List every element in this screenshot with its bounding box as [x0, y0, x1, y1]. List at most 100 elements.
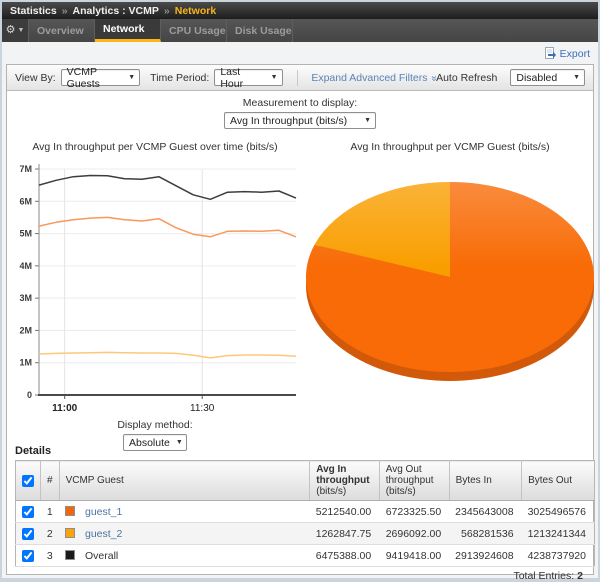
bytes-out-value: 4238737920 — [522, 545, 595, 567]
guest-link[interactable]: guest_1 — [85, 506, 122, 518]
series-color-swatch — [65, 528, 75, 538]
col-header-avg-in-label: Avg In throughput — [316, 464, 372, 486]
gear-icon: ⚙ — [6, 25, 16, 36]
col-header-vcmp-guest[interactable]: VCMP Guest — [59, 461, 310, 501]
table-row-guest-2: 2 guest_2 1262847.75 2696092.00 56828153… — [16, 523, 595, 545]
guest-link[interactable]: guest_2 — [85, 528, 122, 540]
double-chevron-down-icon: » — [428, 75, 439, 81]
line-chart: Avg In throughput per VCMP Guest over ti… — [9, 141, 301, 424]
select-all-checkbox[interactable] — [22, 475, 34, 487]
line-chart-title: Avg In throughput per VCMP Guest over ti… — [9, 141, 301, 157]
display-method-label: Display method: — [9, 419, 301, 431]
export-icon — [544, 47, 557, 60]
col-header-bytes-out[interactable]: Bytes Out — [522, 461, 595, 501]
svg-text:0: 0 — [27, 390, 32, 400]
content-frame: View By: VCMP Guests ▼ Time Period: Last… — [6, 64, 594, 575]
display-method-select[interactable]: Absolute ▼ — [123, 434, 187, 451]
view-by-select[interactable]: VCMP Guests ▼ — [61, 69, 141, 86]
overall-label: Overall — [85, 550, 118, 562]
breadcrumb-analytics-vcmp[interactable]: Analytics : VCMP — [73, 5, 159, 17]
page: Statistics » Analytics : VCMP » Network … — [2, 2, 598, 578]
expand-advanced-filters-label: Expand Advanced Filters — [311, 72, 427, 84]
svg-text:1M: 1M — [19, 358, 32, 368]
svg-text:6M: 6M — [19, 196, 32, 206]
measurement-label: Measurement to display: — [7, 97, 593, 109]
breadcrumb-network-current: Network — [175, 5, 216, 17]
measurement-block: Measurement to display: Avg In throughpu… — [7, 97, 593, 129]
total-entries-value: 2 — [577, 570, 583, 582]
row-number: 1 — [41, 501, 60, 523]
breadcrumb-separator: » — [164, 5, 170, 17]
view-by-value: VCMP Guests — [67, 66, 123, 90]
display-method-block: Display method: Absolute ▼ — [9, 419, 301, 451]
settings-menu-button[interactable]: ⚙ ▼ — [2, 19, 29, 42]
series-color-swatch — [65, 550, 75, 560]
auto-refresh-value: Disabled — [516, 72, 557, 84]
total-entries-label: Total Entries: — [513, 570, 574, 582]
tab-cpu-usage[interactable]: CPU Usage — [161, 19, 227, 42]
details-title: Details — [15, 445, 51, 457]
col-header-avg-in-unit: (bits/s) — [316, 486, 372, 497]
svg-text:4M: 4M — [19, 261, 32, 271]
avg-out-value: 2696092.00 — [379, 523, 449, 545]
row-number: 2 — [41, 523, 60, 545]
col-header-avg-out-unit: (bits/s) — [386, 486, 443, 497]
export-label: Export — [560, 48, 590, 60]
select-arrow-icon: ▼ — [128, 74, 135, 81]
time-period-label: Time Period: — [150, 72, 209, 84]
col-header-bytes-in[interactable]: Bytes In — [449, 461, 521, 501]
filter-toolbar: View By: VCMP Guests ▼ Time Period: Last… — [7, 65, 593, 91]
time-period-select[interactable]: Last Hour ▼ — [214, 69, 282, 86]
expand-advanced-filters-link[interactable]: Expand Advanced Filters» — [311, 72, 436, 84]
avg-out-value: 6723325.50 — [379, 501, 449, 523]
chevron-down-icon: ▼ — [17, 27, 24, 34]
row-checkbox[interactable] — [22, 550, 34, 562]
display-method-value: Absolute — [129, 437, 170, 449]
col-header-avg-in[interactable]: Avg In throughput (bits/s) — [310, 461, 379, 501]
view-by-label: View By: — [15, 72, 56, 84]
breadcrumb-statistics[interactable]: Statistics — [10, 5, 57, 17]
svg-text:7M: 7M — [19, 164, 32, 174]
row-checkbox[interactable] — [22, 528, 34, 540]
col-header-avg-out[interactable]: Avg Out throughput (bits/s) — [379, 461, 449, 501]
bytes-in-value: 568281536 — [449, 523, 521, 545]
breadcrumb-separator: » — [62, 5, 68, 17]
table-row-overall: 3 Overall 6475388.00 9419418.00 29139246… — [16, 545, 595, 567]
export-button[interactable]: Export — [544, 47, 590, 60]
bytes-out-value: 3025496576 — [522, 501, 595, 523]
select-arrow-icon: ▼ — [364, 117, 371, 124]
details-header-row: # VCMP Guest Avg In throughput (bits/s) … — [16, 461, 595, 501]
col-header-avg-out-label: Avg Out throughput — [386, 464, 443, 486]
pie-chart-title: Avg In throughput per VCMP Guest (bits/s… — [301, 141, 599, 157]
svg-text:11:00: 11:00 — [52, 403, 77, 414]
total-entries: Total Entries:2 — [513, 570, 583, 582]
measurement-value: Avg In throughput (bits/s) — [230, 115, 347, 127]
details-table: # VCMP Guest Avg In throughput (bits/s) … — [15, 460, 595, 567]
bytes-in-value: 2913924608 — [449, 545, 521, 567]
bytes-out-value: 1213241344 — [522, 523, 595, 545]
tab-bar: ⚙ ▼ Overview Network CPU Usage Disk Usag… — [2, 19, 598, 42]
row-checkbox[interactable] — [22, 506, 34, 518]
table-row-guest-1: 1 guest_1 5212540.00 6723325.50 23456430… — [16, 501, 595, 523]
svg-text:2M: 2M — [19, 325, 32, 335]
line-chart-svg: 01M2M3M4M5M6M7M11:0011:30 — [9, 157, 301, 419]
row-number: 3 — [41, 545, 60, 567]
tab-disk-usage[interactable]: Disk Usage — [227, 19, 293, 42]
tab-overview[interactable]: Overview — [29, 19, 95, 42]
auto-refresh-select[interactable]: Disabled ▼ — [510, 69, 585, 86]
pie-chart-svg — [301, 157, 599, 399]
auto-refresh-label: Auto Refresh — [436, 72, 497, 84]
breadcrumb: Statistics » Analytics : VCMP » Network — [2, 2, 598, 19]
col-header-num[interactable]: # — [41, 461, 60, 501]
measurement-select[interactable]: Avg In throughput (bits/s) ▼ — [224, 112, 376, 129]
tab-network[interactable]: Network — [95, 19, 161, 42]
series-color-swatch — [65, 506, 75, 516]
select-arrow-icon: ▼ — [176, 439, 183, 446]
time-period-value: Last Hour — [220, 66, 264, 90]
svg-text:11:30: 11:30 — [190, 403, 215, 414]
avg-in-value: 6475388.00 — [310, 545, 379, 567]
avg-in-value: 5212540.00 — [310, 501, 379, 523]
svg-text:3M: 3M — [19, 293, 32, 303]
pie-chart: Avg In throughput per VCMP Guest (bits/s… — [301, 141, 599, 404]
toolbar-divider — [297, 70, 298, 86]
